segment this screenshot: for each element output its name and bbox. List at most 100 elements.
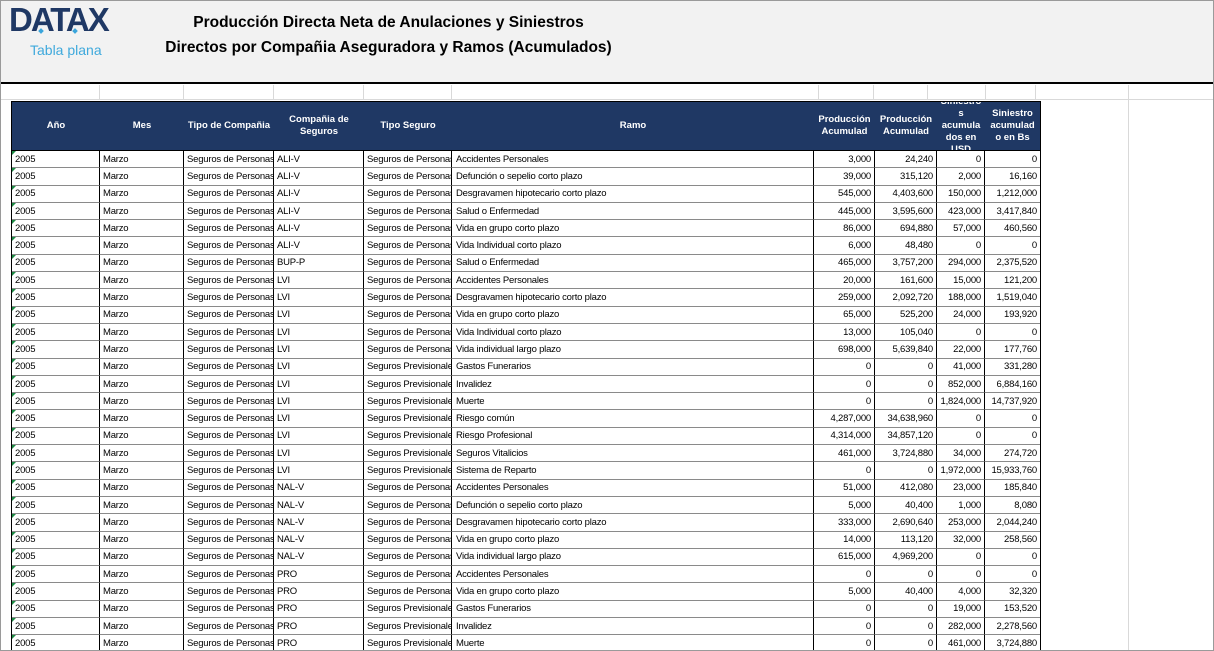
cell-ramo[interactable]: Seguros Vitalicios [452, 445, 814, 462]
cell-tipo-seguro[interactable]: Seguros de Personas [364, 341, 452, 358]
cell-mes[interactable]: Marzo [100, 601, 184, 618]
cell-produccion-acumulada-1[interactable]: 615,000 [814, 549, 875, 566]
cell-produccion-acumulada-1[interactable]: 0 [814, 566, 875, 583]
cell-produccion-acumulada-1[interactable]: 259,000 [814, 289, 875, 306]
cell-compania-seguros[interactable]: NAL-V [274, 549, 364, 566]
cell-tipo-seguro[interactable]: Seguros de Personas [364, 324, 452, 341]
cell-compania-seguros[interactable]: LVI [274, 272, 364, 289]
cell-tipo-seguro[interactable]: Seguros de Personas [364, 151, 452, 168]
cell-ano[interactable]: 2005 [12, 272, 100, 289]
cell-ano[interactable]: 2005 [12, 635, 100, 651]
cell-tipo-compania[interactable]: Seguros de Personas [184, 341, 274, 358]
cell-tipo-compania[interactable]: Seguros de Personas [184, 514, 274, 531]
cell-compania-seguros[interactable]: ALI-V [274, 151, 364, 168]
header-tipo-compania[interactable]: Tipo de Compañia [184, 102, 274, 150]
cell-siniestros-bs[interactable]: 2,044,240 [985, 514, 1040, 531]
cell-ramo[interactable]: Desgravamen hipotecario corto plazo [452, 289, 814, 306]
cell-siniestros-bs[interactable]: 1,519,040 [985, 289, 1040, 306]
cell-tipo-compania[interactable]: Seguros de Personas [184, 151, 274, 168]
cell-siniestros-bs[interactable]: 16,160 [985, 168, 1040, 185]
cell-tipo-seguro[interactable]: Seguros de Personas [364, 237, 452, 254]
cell-ramo[interactable]: Defunción o sepelio corto plazo [452, 168, 814, 185]
cell-tipo-compania[interactable]: Seguros de Personas [184, 393, 274, 410]
cell-tipo-compania[interactable]: Seguros de Personas [184, 220, 274, 237]
cell-ramo[interactable]: Invalidez [452, 618, 814, 635]
cell-siniestros-usd[interactable]: 2,000 [937, 168, 985, 185]
cell-produccion-acumulada-2[interactable]: 0 [875, 635, 937, 651]
cell-compania-seguros[interactable]: NAL-V [274, 532, 364, 549]
cell-siniestros-usd[interactable]: 24,000 [937, 307, 985, 324]
cell-tipo-seguro[interactable]: Seguros de Personas [364, 480, 452, 497]
cell-ano[interactable]: 2005 [12, 462, 100, 479]
cell-tipo-seguro[interactable]: Seguros de Personas [364, 255, 452, 272]
cell-produccion-acumulada-1[interactable]: 39,000 [814, 168, 875, 185]
cell-mes[interactable]: Marzo [100, 480, 184, 497]
cell-ano[interactable]: 2005 [12, 168, 100, 185]
cell-ano[interactable]: 2005 [12, 514, 100, 531]
cell-ramo[interactable]: Vida en grupo corto plazo [452, 220, 814, 237]
cell-siniestros-usd[interactable]: 0 [937, 549, 985, 566]
cell-compania-seguros[interactable]: LVI [274, 445, 364, 462]
cell-compania-seguros[interactable]: ALI-V [274, 203, 364, 220]
cell-produccion-acumulada-1[interactable]: 13,000 [814, 324, 875, 341]
cell-tipo-compania[interactable]: Seguros de Personas [184, 376, 274, 393]
cell-siniestros-usd[interactable]: 150,000 [937, 186, 985, 203]
cell-siniestros-usd[interactable]: 1,824,000 [937, 393, 985, 410]
header-tipo-seguro[interactable]: Tipo Seguro [364, 102, 452, 150]
cell-tipo-seguro[interactable]: Seguros Previsionales [364, 601, 452, 618]
cell-produccion-acumulada-2[interactable]: 0 [875, 566, 937, 583]
cell-ano[interactable]: 2005 [12, 393, 100, 410]
cell-tipo-seguro[interactable]: Seguros Previsionales [364, 445, 452, 462]
cell-ramo[interactable]: Vida Individual corto plazo [452, 237, 814, 254]
cell-produccion-acumulada-1[interactable]: 14,000 [814, 532, 875, 549]
cell-ramo[interactable]: Accidentes Personales [452, 272, 814, 289]
cell-mes[interactable]: Marzo [100, 549, 184, 566]
cell-mes[interactable]: Marzo [100, 237, 184, 254]
cell-mes[interactable]: Marzo [100, 635, 184, 651]
cell-ano[interactable]: 2005 [12, 428, 100, 445]
cell-produccion-acumulada-2[interactable]: 161,600 [875, 272, 937, 289]
cell-produccion-acumulada-2[interactable]: 0 [875, 618, 937, 635]
cell-ramo[interactable]: Vida en grupo corto plazo [452, 583, 814, 600]
cell-tipo-seguro[interactable]: Seguros Previsionales [364, 618, 452, 635]
cell-produccion-acumulada-1[interactable]: 0 [814, 635, 875, 651]
cell-siniestros-usd[interactable]: 188,000 [937, 289, 985, 306]
cell-mes[interactable]: Marzo [100, 393, 184, 410]
cell-tipo-compania[interactable]: Seguros de Personas [184, 566, 274, 583]
cell-siniestros-usd[interactable]: 0 [937, 324, 985, 341]
cell-tipo-compania[interactable]: Seguros de Personas [184, 307, 274, 324]
cell-siniestros-bs[interactable]: 460,560 [985, 220, 1040, 237]
cell-mes[interactable]: Marzo [100, 255, 184, 272]
cell-mes[interactable]: Marzo [100, 428, 184, 445]
cell-mes[interactable]: Marzo [100, 307, 184, 324]
cell-siniestros-usd[interactable]: 282,000 [937, 618, 985, 635]
cell-compania-seguros[interactable]: LVI [274, 359, 364, 376]
header-produccion-acumulada-1[interactable]: Producción Acumulad [814, 102, 875, 150]
cell-produccion-acumulada-1[interactable]: 51,000 [814, 480, 875, 497]
cell-siniestros-usd[interactable]: 852,000 [937, 376, 985, 393]
cell-produccion-acumulada-1[interactable]: 4,314,000 [814, 428, 875, 445]
cell-ano[interactable]: 2005 [12, 324, 100, 341]
cell-siniestros-usd[interactable]: 294,000 [937, 255, 985, 272]
cell-siniestros-usd[interactable]: 0 [937, 566, 985, 583]
header-siniestros-usd[interactable]: Siniestros acumulados en USD [937, 102, 985, 150]
cell-compania-seguros[interactable]: PRO [274, 601, 364, 618]
cell-tipo-compania[interactable]: Seguros de Personas [184, 480, 274, 497]
cell-siniestros-bs[interactable]: 0 [985, 237, 1040, 254]
cell-ramo[interactable]: Muerte [452, 635, 814, 651]
cell-produccion-acumulada-1[interactable]: 465,000 [814, 255, 875, 272]
cell-produccion-acumulada-1[interactable]: 20,000 [814, 272, 875, 289]
cell-ramo[interactable]: Accidentes Personales [452, 480, 814, 497]
cell-ramo[interactable]: Salud o Enfermedad [452, 255, 814, 272]
cell-produccion-acumulada-2[interactable]: 24,240 [875, 151, 937, 168]
cell-mes[interactable]: Marzo [100, 514, 184, 531]
cell-produccion-acumulada-2[interactable]: 40,400 [875, 583, 937, 600]
cell-siniestros-usd[interactable]: 32,000 [937, 532, 985, 549]
cell-produccion-acumulada-1[interactable]: 0 [814, 393, 875, 410]
cell-compania-seguros[interactable]: LVI [274, 376, 364, 393]
cell-siniestros-usd[interactable]: 19,000 [937, 601, 985, 618]
cell-siniestros-bs[interactable]: 153,520 [985, 601, 1040, 618]
cell-produccion-acumulada-2[interactable]: 3,724,880 [875, 445, 937, 462]
cell-compania-seguros[interactable]: LVI [274, 410, 364, 427]
cell-mes[interactable]: Marzo [100, 324, 184, 341]
